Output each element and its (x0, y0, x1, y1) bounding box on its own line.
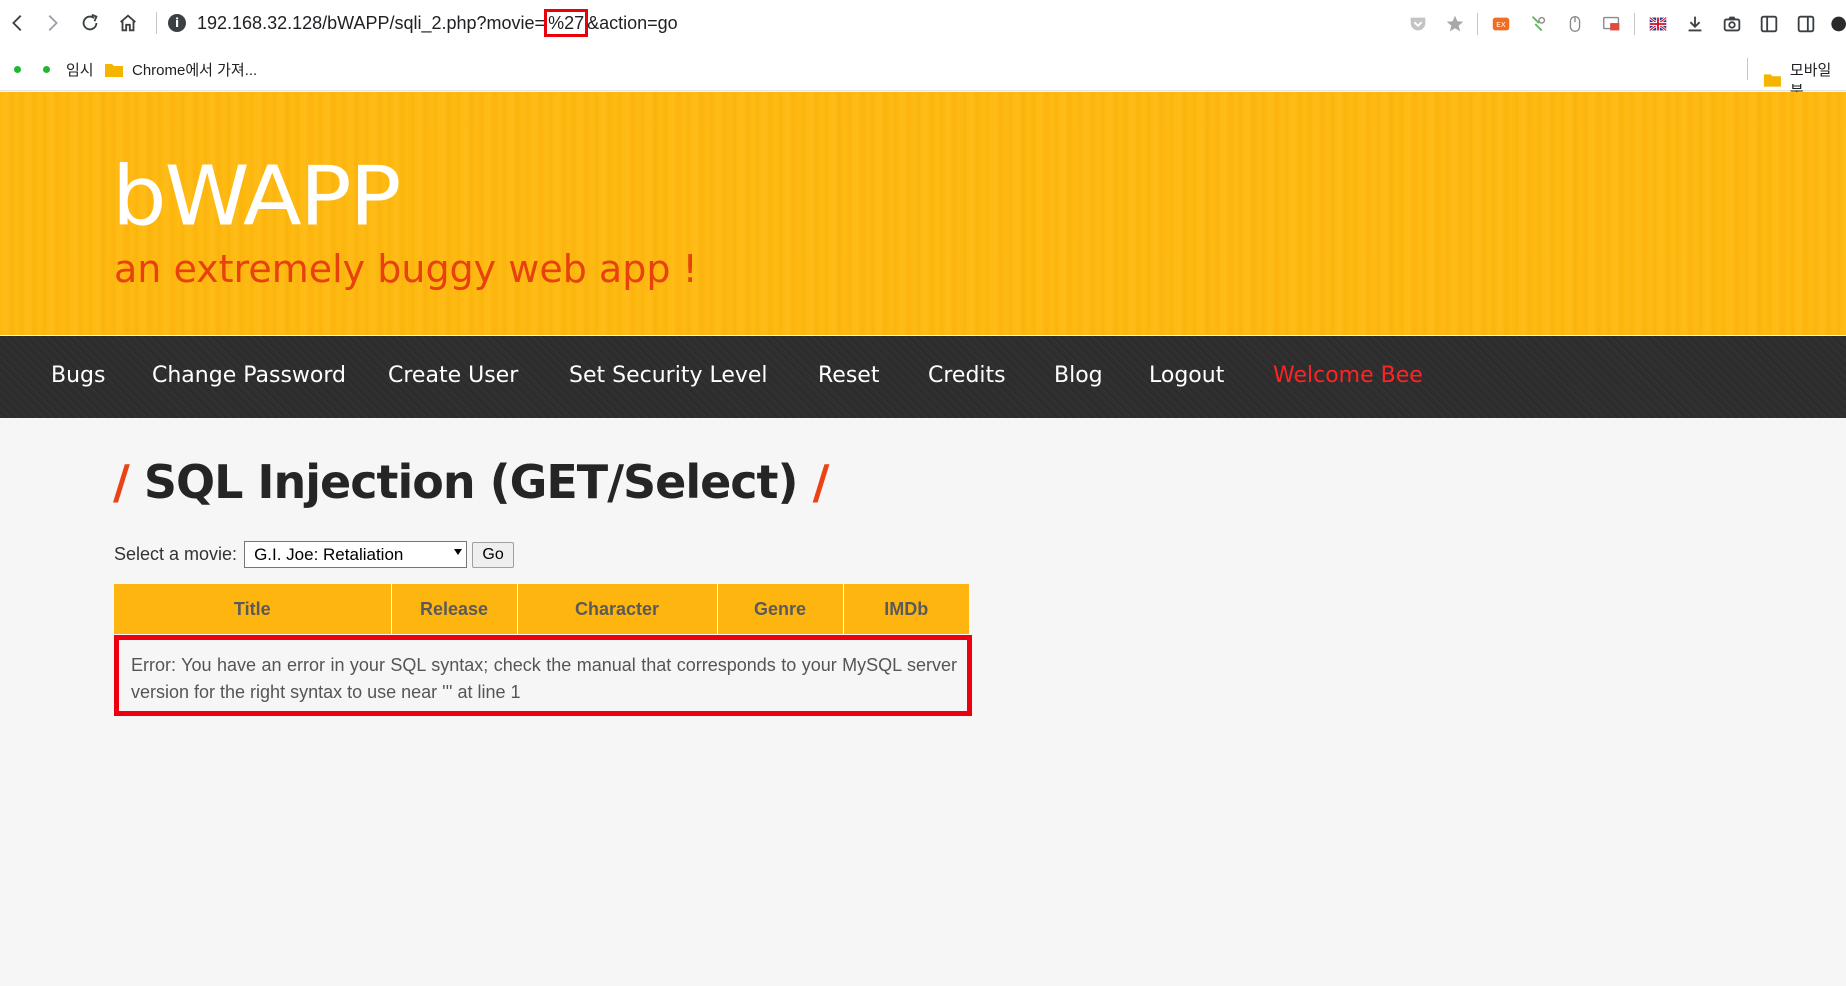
menu-reset[interactable]: Reset (818, 363, 879, 388)
column-header-title: Title (114, 584, 392, 634)
extension-mouse-button[interactable] (1519, 6, 1556, 42)
column-header-imdb: IMDb (843, 584, 969, 634)
bookmarks-separator (1747, 58, 1748, 80)
movie-table: Title Release Character Genre IMDb (114, 584, 969, 634)
side-panel-icon (1797, 15, 1814, 32)
bookmark-temp[interactable]: 임시 (43, 59, 94, 80)
page-title: / SQL Injection (GET/Select) / (113, 455, 830, 509)
menu-bugs[interactable]: Bugs (51, 363, 105, 388)
title-slash-left: / (113, 455, 130, 509)
bookmark-label: 임시 (66, 62, 94, 79)
extension-ex-button[interactable]: EX (1482, 6, 1519, 42)
forward-button[interactable] (34, 5, 70, 41)
home-icon (120, 14, 136, 32)
icon-separator (1634, 12, 1635, 35)
screen-capture-icon (1602, 16, 1619, 30)
go-button[interactable]: Go (472, 541, 515, 568)
downloads-button[interactable] (1676, 6, 1713, 42)
url-suffix: &action=go (587, 12, 678, 33)
column-header-release: Release (391, 584, 518, 634)
bookmark-label: Chrome에서 가져... (132, 62, 258, 79)
app-tagline: an extremely buggy web app ! (114, 247, 698, 291)
title-slash-right: / (812, 455, 830, 509)
movie-select-value: G.I. Joe: Retaliation (254, 544, 404, 564)
menu-credits[interactable]: Credits (928, 363, 1006, 388)
column-header-character: Character (517, 584, 718, 634)
icon-separator (1477, 12, 1478, 35)
screenshot-button[interactable] (1713, 6, 1750, 42)
profile-avatar-icon (1831, 16, 1846, 31)
movie-select[interactable]: G.I. Joe: Retaliation (244, 541, 468, 568)
extension-mouse2-button[interactable] (1556, 6, 1593, 42)
reader-icon (1760, 15, 1777, 32)
title-text: SQL Injection (GET/Select) (143, 455, 799, 509)
sql-error-message: Error: You have an error in your SQL syn… (114, 635, 972, 716)
side-panel-button[interactable] (1787, 6, 1824, 42)
app-logo[interactable]: bWAPP (112, 150, 401, 245)
reload-icon (82, 13, 98, 31)
menu-welcome-user[interactable]: Welcome Bee (1273, 363, 1423, 388)
app-header: bWAPP an extremely buggy web app ! (0, 92, 1846, 335)
extension-cast-button[interactable] (1593, 6, 1630, 42)
browser-toolbar: i 192.168.32.128/bWAPP/sqli_2.php?movie=… (0, 0, 1846, 47)
menu-set-security-level[interactable]: Set Security Level (569, 363, 768, 388)
folder-icon (105, 63, 123, 77)
folder-icon (1763, 74, 1781, 87)
back-arrow-icon (12, 15, 22, 31)
bookmark-star-button[interactable] (1436, 6, 1473, 42)
url-prefix: 192.168.32.128/bWAPP/sqli_2.php?movie= (197, 12, 546, 33)
pocket-icon (1410, 17, 1425, 30)
column-header-genre: Genre (717, 584, 844, 634)
download-icon (1688, 16, 1701, 31)
dropdown-arrow-icon (454, 549, 463, 555)
menu-blog[interactable]: Blog (1054, 363, 1103, 388)
back-button[interactable] (0, 5, 36, 41)
mouse-icon (1569, 15, 1580, 32)
main-menu: Bugs Change Password Create User Set Sec… (0, 336, 1846, 418)
bookmark-folder-chrome[interactable]: Chrome에서 가져... (104, 59, 257, 80)
toolbar-divider (156, 12, 157, 34)
url-highlight-injection: %27 (544, 8, 589, 37)
mouse-gesture-icon (1531, 15, 1545, 31)
movie-select-form: Select a movie: G.I. Joe: Retaliation Go (114, 541, 515, 568)
bookmark-dot-icon (43, 66, 50, 73)
reload-button[interactable] (72, 5, 108, 41)
address-bar[interactable]: i 192.168.32.128/bWAPP/sqli_2.php?movie=… (168, 8, 678, 38)
bookmark-dot-icon[interactable] (14, 66, 21, 73)
movie-select-label: Select a movie: (114, 544, 238, 564)
language-flag-button[interactable] (1639, 6, 1676, 42)
site-info-icon[interactable]: i (168, 14, 186, 32)
pocket-button[interactable] (1399, 6, 1436, 42)
ex-extension-icon: EX (1492, 17, 1509, 30)
url-text[interactable]: 192.168.32.128/bWAPP/sqli_2.php?movie= %2… (197, 8, 678, 37)
uk-flag-icon (1648, 15, 1667, 32)
bookmarks-bar: 임시 Chrome에서 가져... 모바일 북 (0, 47, 1846, 100)
svg-text:EX: EX (1496, 20, 1506, 29)
forward-arrow-icon (48, 15, 58, 31)
profile-button[interactable] (1824, 6, 1846, 42)
reader-mode-button[interactable] (1750, 6, 1787, 42)
menu-change-password[interactable]: Change Password (152, 363, 346, 388)
extension-icons: EX (1399, 0, 1846, 47)
camera-icon (1723, 16, 1740, 31)
menu-create-user[interactable]: Create User (388, 363, 518, 388)
home-button[interactable] (110, 5, 146, 41)
star-icon (1446, 15, 1463, 31)
table-header-row: Title Release Character Genre IMDb (114, 584, 969, 634)
menu-logout[interactable]: Logout (1149, 363, 1224, 388)
